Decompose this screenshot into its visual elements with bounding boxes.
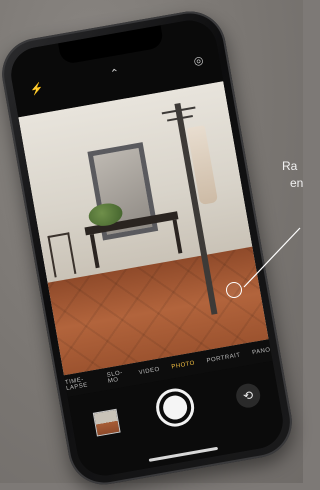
mode-portrait[interactable]: Portrait: [206, 352, 241, 364]
mode-slo-mo[interactable]: Slo-mo: [106, 369, 128, 385]
annotation-callout: Ra en: [282, 158, 320, 192]
focus-point-ring: [226, 282, 242, 298]
live-photo-icon[interactable]: ◎: [193, 54, 205, 67]
mode-photo[interactable]: Photo: [171, 360, 195, 370]
photo-thumbnail[interactable]: [92, 408, 121, 437]
mode-time-lapse[interactable]: Time-lapse: [65, 375, 97, 392]
mode-video[interactable]: Video: [138, 367, 160, 377]
camera-viewfinder[interactable]: [18, 81, 269, 376]
shutter-inner: [161, 393, 190, 422]
flash-icon[interactable]: ⚡: [29, 83, 45, 97]
callout-line-1: Ra: [282, 159, 298, 173]
callout-line-2: en: [290, 176, 304, 190]
mode-pano[interactable]: Pano: [252, 347, 271, 356]
flip-camera-icon[interactable]: ⟲: [234, 381, 263, 410]
chevron-up-icon[interactable]: ⌃: [109, 67, 120, 80]
shutter-button[interactable]: [153, 385, 198, 430]
